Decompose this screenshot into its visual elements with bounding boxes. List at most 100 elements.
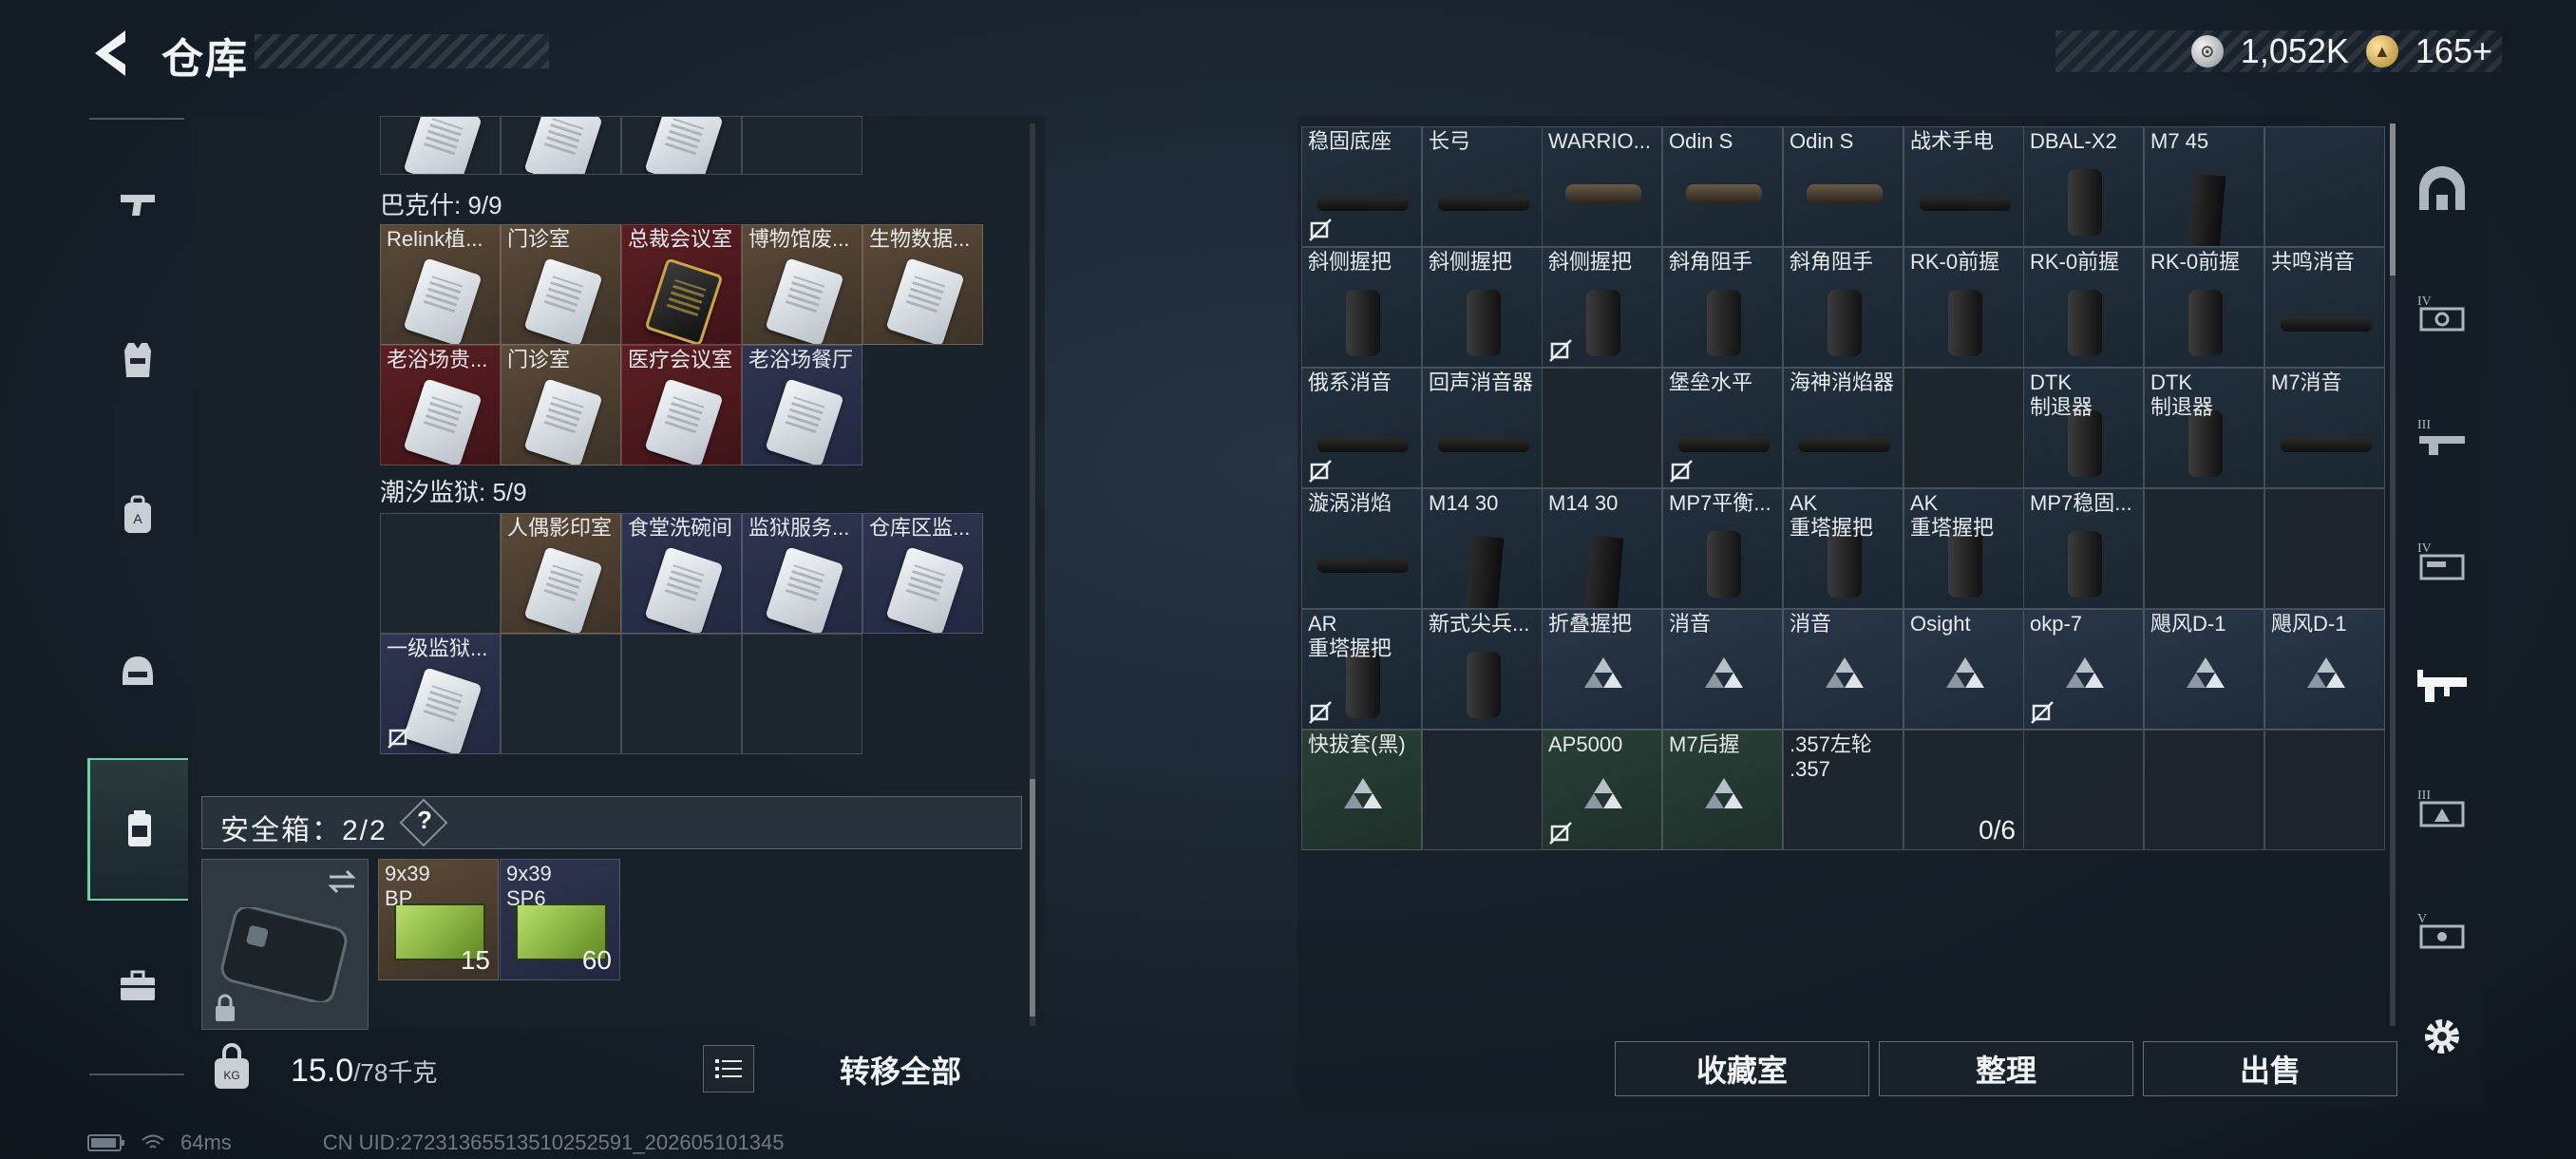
inventory-item-cell[interactable]: DTK 制退器 bbox=[2144, 368, 2264, 488]
inventory-item-cell[interactable]: RK-0前握 bbox=[1904, 247, 2024, 368]
inventory-item-cell[interactable] bbox=[2023, 730, 2144, 850]
rnav-weapon-iv-b[interactable]: IV bbox=[2409, 509, 2475, 614]
keycard-cell[interactable]: 人偶影印室 bbox=[501, 513, 621, 634]
inventory-item-cell[interactable]: 斜侧握把 bbox=[1542, 247, 1662, 368]
inventory-item-cell[interactable]: 消音 bbox=[1783, 609, 1904, 730]
settings-button[interactable] bbox=[2409, 984, 2475, 1089]
inventory-item-cell[interactable]: AK 重塔握把 bbox=[1904, 488, 2024, 609]
rnav-weapon-iii[interactable]: III bbox=[2409, 386, 2475, 490]
inventory-item-cell[interactable] bbox=[2264, 488, 2385, 609]
nav-vest[interactable] bbox=[87, 289, 188, 431]
keycard-cell[interactable]: 总裁会议室 bbox=[621, 224, 742, 345]
inventory-item-cell[interactable]: 共鸣消音 bbox=[2264, 247, 2385, 368]
nav-helmet[interactable] bbox=[87, 600, 188, 743]
collection-room-button[interactable]: 收藏室 bbox=[1615, 1041, 1869, 1096]
nav-pistol[interactable] bbox=[87, 133, 188, 276]
keycard-cell[interactable]: 博物馆废... bbox=[742, 224, 862, 345]
inventory-item-cell[interactable]: RK-0前握 bbox=[2144, 247, 2264, 368]
inventory-item-cell[interactable]: 0/6 bbox=[1904, 730, 2024, 850]
keycard-cell[interactable]: 食堂洗碗间 bbox=[621, 513, 742, 634]
empty-slot[interactable] bbox=[501, 634, 621, 754]
rnav-weapon-v[interactable]: V bbox=[2409, 880, 2475, 984]
inventory-item-cell[interactable]: Odin S bbox=[1783, 126, 1904, 247]
nav-backpack[interactable]: A bbox=[87, 445, 188, 587]
inventory-item-cell[interactable] bbox=[1904, 368, 2024, 488]
inventory-item-cell[interactable]: okp-7 bbox=[2023, 609, 2144, 730]
inventory-item-cell[interactable]: 斜侧握把 bbox=[1301, 247, 1422, 368]
keycard-cell[interactable]: 老浴场餐厅 bbox=[742, 345, 862, 466]
ammo-cell[interactable]: 9x39 SP6 60 bbox=[500, 859, 620, 980]
inventory-item-cell[interactable]: .357左轮 .357 bbox=[1783, 730, 1904, 850]
back-button[interactable] bbox=[87, 27, 137, 80]
swap-icon[interactable] bbox=[326, 867, 358, 896]
inventory-item-cell[interactable]: 斜角阻手 bbox=[1783, 247, 1904, 368]
keycard-cell[interactable] bbox=[380, 513, 501, 634]
grid-cell-partial[interactable] bbox=[621, 116, 742, 175]
inventory-item-cell[interactable]: Odin S bbox=[1662, 126, 1783, 247]
keycard-cell[interactable]: 老浴场贵... bbox=[380, 345, 501, 466]
inventory-item-cell[interactable]: 海神消焰器 bbox=[1783, 368, 1904, 488]
inventory-item-cell[interactable]: WARRIO... bbox=[1542, 126, 1662, 247]
keycard-cell[interactable]: 仓库区监... bbox=[862, 513, 983, 634]
inventory-item-cell[interactable]: RK-0前握 bbox=[2023, 247, 2144, 368]
inventory-item-cell[interactable]: 飓风D-1 bbox=[2264, 609, 2385, 730]
rnav-weapon-iv[interactable]: IV bbox=[2409, 262, 2475, 367]
inventory-item-cell[interactable]: M7后握 bbox=[1662, 730, 1783, 850]
inventory-item-cell[interactable]: DTK 制退器 bbox=[2023, 368, 2144, 488]
inventory-item-cell[interactable]: DBAL-X2 bbox=[2023, 126, 2144, 247]
inventory-item-cell[interactable]: M14 30 bbox=[1542, 488, 1662, 609]
list-view-button[interactable] bbox=[703, 1045, 754, 1092]
sort-button[interactable]: 整理 bbox=[1879, 1041, 2133, 1096]
nav-toolbox[interactable] bbox=[87, 914, 188, 1056]
inventory-item-cell[interactable]: 长弓 bbox=[1422, 126, 1543, 247]
keycard-cell[interactable]: 生物数据... bbox=[862, 224, 983, 345]
sell-button[interactable]: 出售 bbox=[2143, 1041, 2397, 1096]
safe-box-container[interactable] bbox=[201, 859, 369, 1030]
grid-cell-partial[interactable] bbox=[501, 116, 621, 175]
inventory-item-cell[interactable]: 快拔套(黑) bbox=[1301, 730, 1422, 850]
empty-slot[interactable] bbox=[621, 634, 742, 754]
keycard-cell[interactable]: 一级监狱... bbox=[380, 634, 501, 754]
inventory-item-cell[interactable]: 消音 bbox=[1662, 609, 1783, 730]
inventory-item-cell[interactable] bbox=[2264, 730, 2385, 850]
inventory-item-cell[interactable]: AR 重塔握把 bbox=[1301, 609, 1422, 730]
inventory-item-cell[interactable]: 战术手电 bbox=[1904, 126, 2024, 247]
inventory-item-cell[interactable]: M7消音 bbox=[2264, 368, 2385, 488]
keycard-cell[interactable]: 监狱服务... bbox=[742, 513, 862, 634]
empty-slot[interactable] bbox=[742, 634, 862, 754]
inventory-item-cell[interactable] bbox=[2144, 488, 2264, 609]
help-button[interactable]: ? bbox=[414, 806, 435, 835]
inventory-item-cell[interactable] bbox=[1542, 368, 1662, 488]
keycard-cell[interactable]: 医疗会议室 bbox=[621, 345, 742, 466]
rnav-weapon-active[interactable] bbox=[2409, 633, 2475, 737]
ammo-cell[interactable]: 9x39 BP 15 bbox=[378, 859, 499, 980]
keycard-cell[interactable]: Relink植... bbox=[380, 224, 501, 345]
rnav-weapon-iii-b[interactable]: III bbox=[2409, 756, 2475, 861]
inventory-item-cell[interactable] bbox=[2264, 126, 2385, 247]
inventory-item-cell[interactable]: Osight bbox=[1904, 609, 2024, 730]
inventory-item-cell[interactable]: 折叠握把 bbox=[1542, 609, 1662, 730]
inventory-item-cell[interactable]: AK 重塔握把 bbox=[1783, 488, 1904, 609]
rnav-arch[interactable] bbox=[2409, 139, 2475, 243]
keycard-cell[interactable]: 门诊室 bbox=[501, 224, 621, 345]
transfer-all-button[interactable]: 转移全部 bbox=[769, 1045, 1032, 1094]
nav-keycard-case[interactable] bbox=[87, 758, 188, 901]
inventory-item-cell[interactable]: 稳固底座 bbox=[1301, 126, 1422, 247]
inventory-item-cell[interactable]: 堡垒水平 bbox=[1662, 368, 1783, 488]
inventory-item-cell[interactable]: AP5000 bbox=[1542, 730, 1662, 850]
inventory-item-cell[interactable]: M14 30 bbox=[1422, 488, 1543, 609]
keycard-cell[interactable]: 门诊室 bbox=[501, 345, 621, 466]
inventory-item-cell[interactable]: 飓风D-1 bbox=[2144, 609, 2264, 730]
inventory-item-cell[interactable] bbox=[2144, 730, 2264, 850]
inventory-item-cell[interactable]: MP7稳固... bbox=[2023, 488, 2144, 609]
inventory-item-cell[interactable]: 漩涡消焰 bbox=[1301, 488, 1422, 609]
inventory-item-cell[interactable] bbox=[1422, 730, 1543, 850]
inventory-item-cell[interactable]: 斜角阻手 bbox=[1662, 247, 1783, 368]
inventory-item-cell[interactable]: 斜侧握把 bbox=[1422, 247, 1543, 368]
inventory-item-cell[interactable]: MP7平衡... bbox=[1662, 488, 1783, 609]
grid-cell-partial[interactable] bbox=[380, 116, 501, 175]
inventory-item-cell[interactable]: 新式尖兵... bbox=[1422, 609, 1543, 730]
grid-cell-partial[interactable] bbox=[742, 116, 862, 175]
inventory-item-cell[interactable]: 回声消音器 bbox=[1422, 368, 1543, 488]
inventory-item-cell[interactable]: M7 45 bbox=[2144, 126, 2264, 247]
